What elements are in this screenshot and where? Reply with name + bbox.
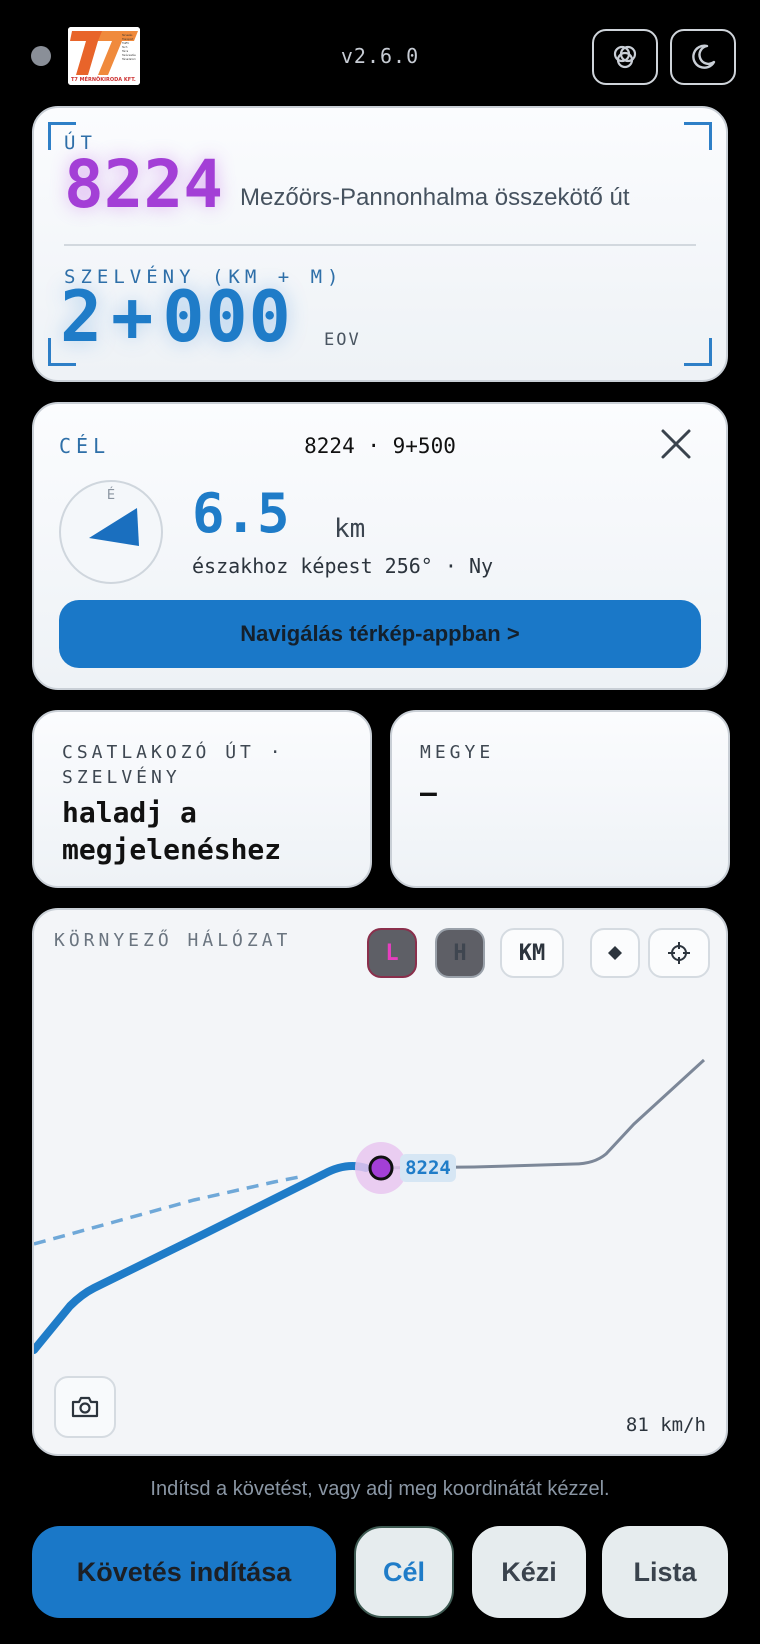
chainage-km: 2 [60, 276, 104, 358]
map-title: KÖRNYEZŐ HÁLÓZAT [54, 930, 292, 951]
chainage-value: 2 +000 [60, 276, 292, 358]
layer-l-button[interactable]: L [367, 928, 417, 978]
crs-label: EOV [324, 330, 361, 350]
target-bearing: északhoz képest 256° · Ny [192, 554, 494, 578]
north-up-button[interactable] [590, 928, 640, 978]
overlap-circles-icon [613, 45, 637, 69]
current-road-line [34, 1162, 370, 1354]
dark-mode-button[interactable] [670, 29, 736, 85]
road-name: Mezőörs-Pannonhalma összekötő út [240, 184, 630, 211]
chainage-m: 000 [162, 276, 292, 358]
target-name: 8224 · 9+500 [304, 434, 456, 458]
theme-button[interactable] [592, 29, 658, 85]
layer-h-button[interactable]: H [435, 928, 485, 978]
bearing-arrow-icon [89, 508, 139, 546]
target-distance-unit: km [334, 514, 366, 544]
close-target-button[interactable] [658, 426, 694, 462]
road-label-on-map: 8224 [405, 1157, 451, 1179]
county-card: MEGYE – [390, 710, 730, 888]
road-card: ÚT 8224 Mezőörs-Pannonhalma összekötő út… [32, 106, 728, 382]
county-value: – [420, 776, 437, 809]
chainage-separator: + [111, 276, 155, 358]
hint-text: Indítsd a követést, vagy adj meg koordin… [150, 1478, 610, 1500]
other-road [365, 1058, 706, 1170]
moon-icon [692, 44, 716, 69]
road-number: 8224 [64, 146, 223, 223]
current-position-marker [368, 1155, 394, 1181]
navigate-in-map-app-button[interactable]: Navigálás térkép-appban > [59, 600, 701, 668]
recenter-button[interactable] [648, 928, 710, 978]
diamond-icon [608, 946, 622, 960]
svg-text:Transport: Transport [122, 38, 133, 41]
manual-button[interactable]: Kézi [472, 1526, 586, 1618]
county-label: MEGYE [420, 742, 495, 763]
camera-button[interactable] [54, 1376, 116, 1438]
divider [64, 244, 696, 246]
compass: É [59, 480, 163, 584]
target-distance: 6.5 [192, 482, 290, 545]
svg-text:T7 MÉRNÖKIRODA KFT.: T7 MÉRNÖKIRODA KFT. [71, 75, 136, 83]
map-canvas[interactable]: 8224 [34, 910, 728, 1456]
start-tracking-button[interactable]: Követés indítása [32, 1526, 336, 1618]
speed-readout: 81 km/h [625, 1414, 706, 1436]
camera-icon [71, 1396, 99, 1418]
network-map[interactable]: 8224 KÖRNYEZŐ HÁLÓZAT L H KM 81 km/h [32, 908, 728, 1456]
frame-corner [684, 122, 712, 150]
target-card: CÉL 8224 · 9+500 É 6.5 km északhoz képes… [32, 402, 728, 690]
junction-label: CSATLAKOZÓ ÚT · SZELVÉNY [62, 742, 285, 788]
target-button[interactable]: Cél [354, 1526, 454, 1618]
list-button[interactable]: Lista [602, 1526, 728, 1618]
junction-card: CSATLAKOZÓ ÚT · SZELVÉNY haladj a megjel… [32, 710, 372, 888]
crosshair-icon [668, 942, 690, 964]
connecting-road-dashed [34, 1174, 305, 1246]
close-icon [661, 429, 691, 459]
svg-text:Tervezés: Tervezés [122, 34, 133, 37]
frame-corner [684, 338, 712, 366]
km-markers-button[interactable]: KM [500, 928, 564, 978]
junction-value: haladj a megjelenéshez [62, 796, 282, 866]
